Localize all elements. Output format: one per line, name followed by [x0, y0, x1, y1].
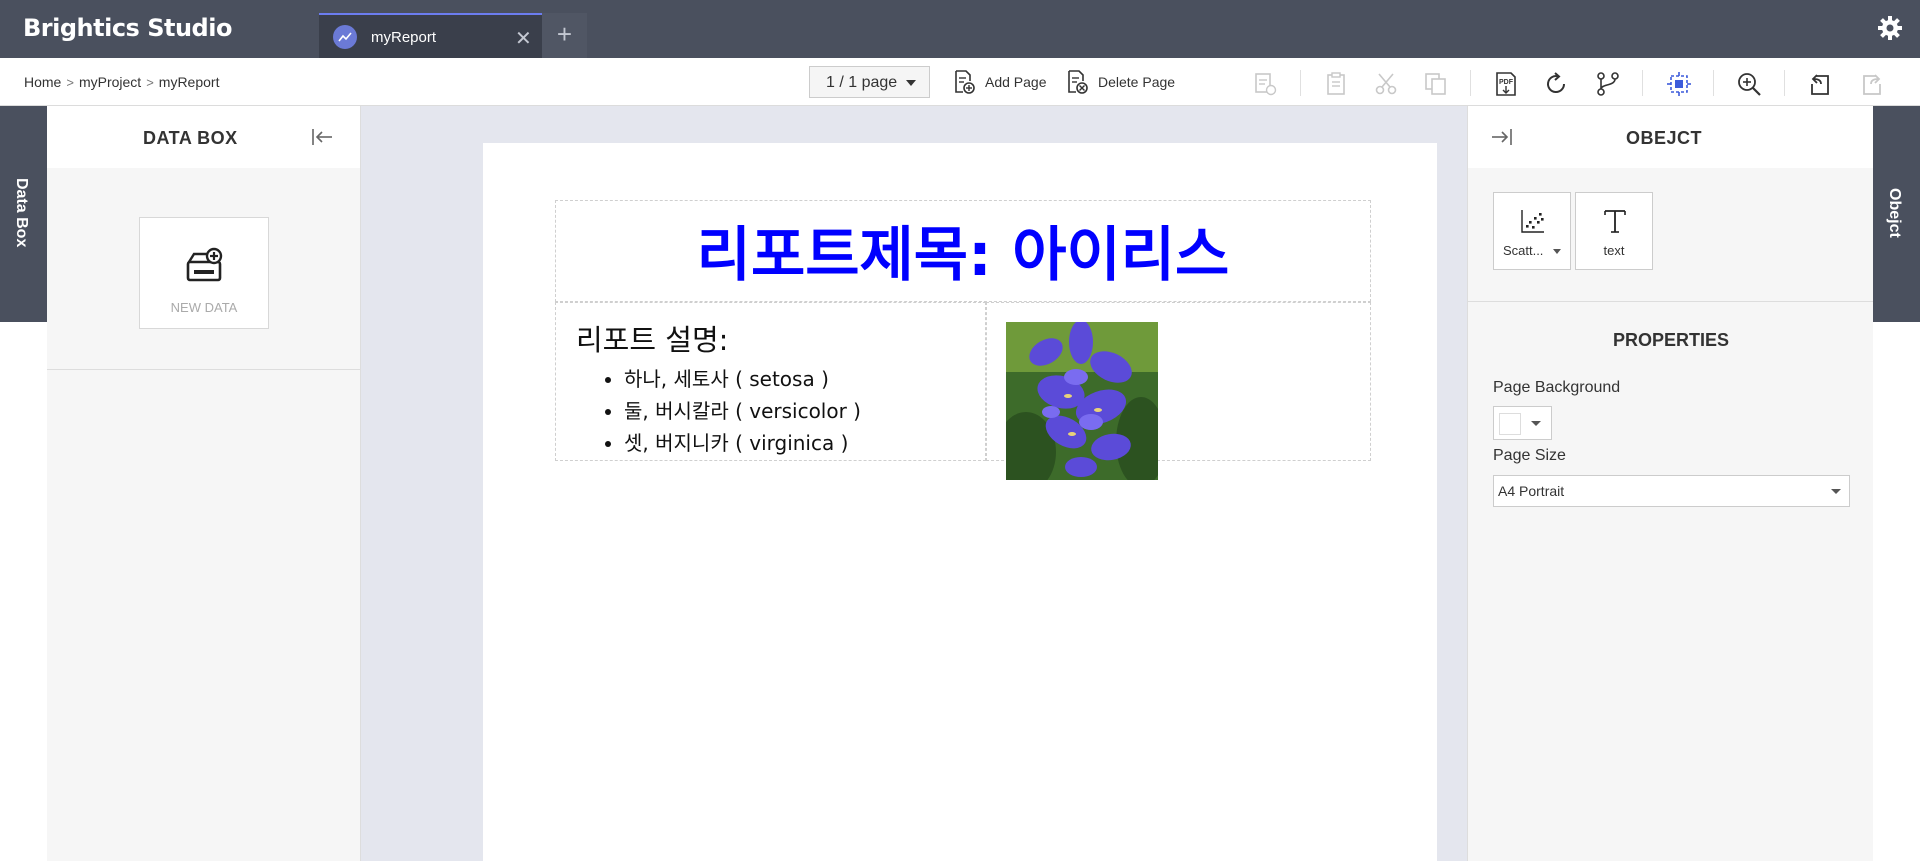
close-icon[interactable]: ✕ [515, 26, 532, 51]
breadcrumb-project[interactable]: myProject [79, 74, 141, 90]
collapse-left-icon[interactable] [310, 126, 334, 148]
object-scatter-button[interactable]: Scatt... [1493, 192, 1571, 270]
page-background-label: Page Background [1493, 379, 1621, 396]
chevron-right-icon: > [66, 74, 74, 90]
caret-down-icon[interactable] [1553, 249, 1562, 255]
toolbar-divider [1642, 70, 1643, 96]
delete-page-icon [1068, 70, 1088, 94]
toolbar-divider [1470, 70, 1471, 96]
list-item: 둘, 버시칼라 ( versicolor ) [624, 395, 861, 427]
new-data-label: NEW DATA [170, 300, 238, 315]
page-background-color-picker[interactable] [1493, 406, 1552, 440]
species-list: 하나, 세토사 ( setosa ) 둘, 버시칼라 ( versicolor … [624, 363, 861, 459]
description-cell[interactable]: 리포트 설명: 하나, 세토사 ( setosa ) 둘, 버시칼라 ( ver… [555, 302, 986, 461]
add-page-button[interactable]: Add Page [951, 68, 1047, 96]
collapse-right-icon[interactable] [1490, 126, 1514, 148]
page-selector[interactable]: 1 / 1 page [809, 66, 930, 98]
app-brand: Brightics Studio [23, 14, 232, 42]
page-size-label: Page Size [1493, 447, 1566, 464]
iris-flower-image [996, 320, 1166, 492]
toolbar-divider [1300, 70, 1301, 96]
page-size-value: A4 Portrait [1498, 483, 1565, 499]
gear-icon[interactable] [1876, 14, 1904, 42]
cut-icon[interactable] [1372, 70, 1400, 98]
object-strip[interactable]: Obejct [1873, 106, 1920, 322]
properties-title: PROPERTIES [1612, 330, 1730, 350]
image-cell[interactable] [986, 302, 1371, 492]
object-text-button[interactable]: text [1575, 192, 1653, 270]
panel-divider [47, 369, 360, 370]
pdf-export-icon[interactable]: PDF [1492, 70, 1520, 98]
toolbar: Home > myProject > myReport 1 / 1 page A… [0, 58, 1920, 106]
toolbar-divider [1784, 70, 1785, 96]
caret-down-icon [905, 79, 916, 86]
toolbar-divider [1713, 70, 1714, 96]
object-panel: OBEJCT Scatt... text PROPERTIES Page Bac… [1467, 106, 1874, 861]
paste-icon[interactable] [1322, 70, 1350, 98]
new-data-button[interactable]: NEW DATA [139, 217, 269, 329]
data-box-strip[interactable]: Data Box [0, 106, 47, 322]
redo-icon[interactable] [1858, 70, 1886, 98]
add-tab-button[interactable]: + [542, 13, 587, 58]
breadcrumb: Home > myProject > myReport [24, 74, 219, 90]
report-canvas: 리포트제목: 아이리스 리포트 설명: 하나, 세토사 ( setosa ) 둘… [361, 106, 1467, 861]
scatter-plot-icon [1521, 210, 1544, 233]
data-box-header: DATA BOX [47, 106, 360, 168]
add-page-icon [955, 70, 975, 94]
chart-line-icon [333, 25, 357, 49]
tab-label: myReport [371, 29, 437, 46]
chevron-right-icon: > [146, 74, 154, 90]
breadcrumb-home[interactable]: Home [24, 74, 61, 90]
report-page[interactable]: 리포트제목: 아이리스 리포트 설명: 하나, 세토사 ( setosa ) 둘… [483, 143, 1437, 861]
report-title: 리포트제목: 아이리스 [696, 220, 1230, 289]
add-page-label: Add Page [985, 74, 1047, 90]
caret-down-icon [1531, 421, 1541, 426]
refresh-icon[interactable] [1542, 70, 1570, 98]
title-cell[interactable]: 리포트제목: 아이리스 [555, 200, 1371, 302]
object-scatter-label-text: Scatt... [1502, 243, 1544, 258]
data-box-panel: DATA BOX NEW DATA [47, 106, 361, 861]
remove-item-icon[interactable] [1251, 70, 1279, 98]
object-panel-header: OBEJCT [1468, 106, 1874, 168]
report-description-heading: 리포트 설명: [576, 323, 729, 357]
list-item: 셋, 버지니카 ( virginica ) [624, 427, 861, 459]
breadcrumb-report[interactable]: myReport [159, 74, 220, 90]
title-bar: Brightics Studio myReport ✕ + [0, 0, 1920, 58]
data-box-strip-label: Data Box [13, 178, 30, 248]
object-text-label: text [1603, 243, 1625, 258]
page-selector-label: 1 / 1 page [826, 74, 898, 91]
branch-icon[interactable] [1594, 70, 1622, 98]
zoom-in-icon[interactable] [1735, 70, 1763, 98]
caret-down-icon [1831, 489, 1841, 494]
object-scatter-label: Scatt... [1494, 243, 1570, 258]
delete-page-button[interactable]: Delete Page [1064, 68, 1175, 96]
copy-icon[interactable] [1422, 70, 1450, 98]
text-icon [1604, 210, 1626, 233]
add-database-icon [185, 246, 225, 286]
object-panel-title: OBEJCT [1626, 128, 1703, 148]
svg-text:PDF: PDF [1499, 79, 1514, 86]
data-box-title: DATA BOX [143, 128, 238, 148]
panel-divider [1468, 301, 1874, 302]
fit-to-screen-icon[interactable] [1665, 70, 1693, 98]
list-item: 하나, 세토사 ( setosa ) [624, 363, 861, 395]
object-strip-label: Obejct [1886, 188, 1903, 238]
tab-myreport[interactable]: myReport ✕ [319, 13, 542, 58]
undo-icon[interactable] [1806, 70, 1834, 98]
delete-page-label: Delete Page [1098, 74, 1176, 90]
color-swatch [1499, 413, 1521, 435]
page-size-select[interactable]: A4 Portrait [1493, 475, 1850, 507]
